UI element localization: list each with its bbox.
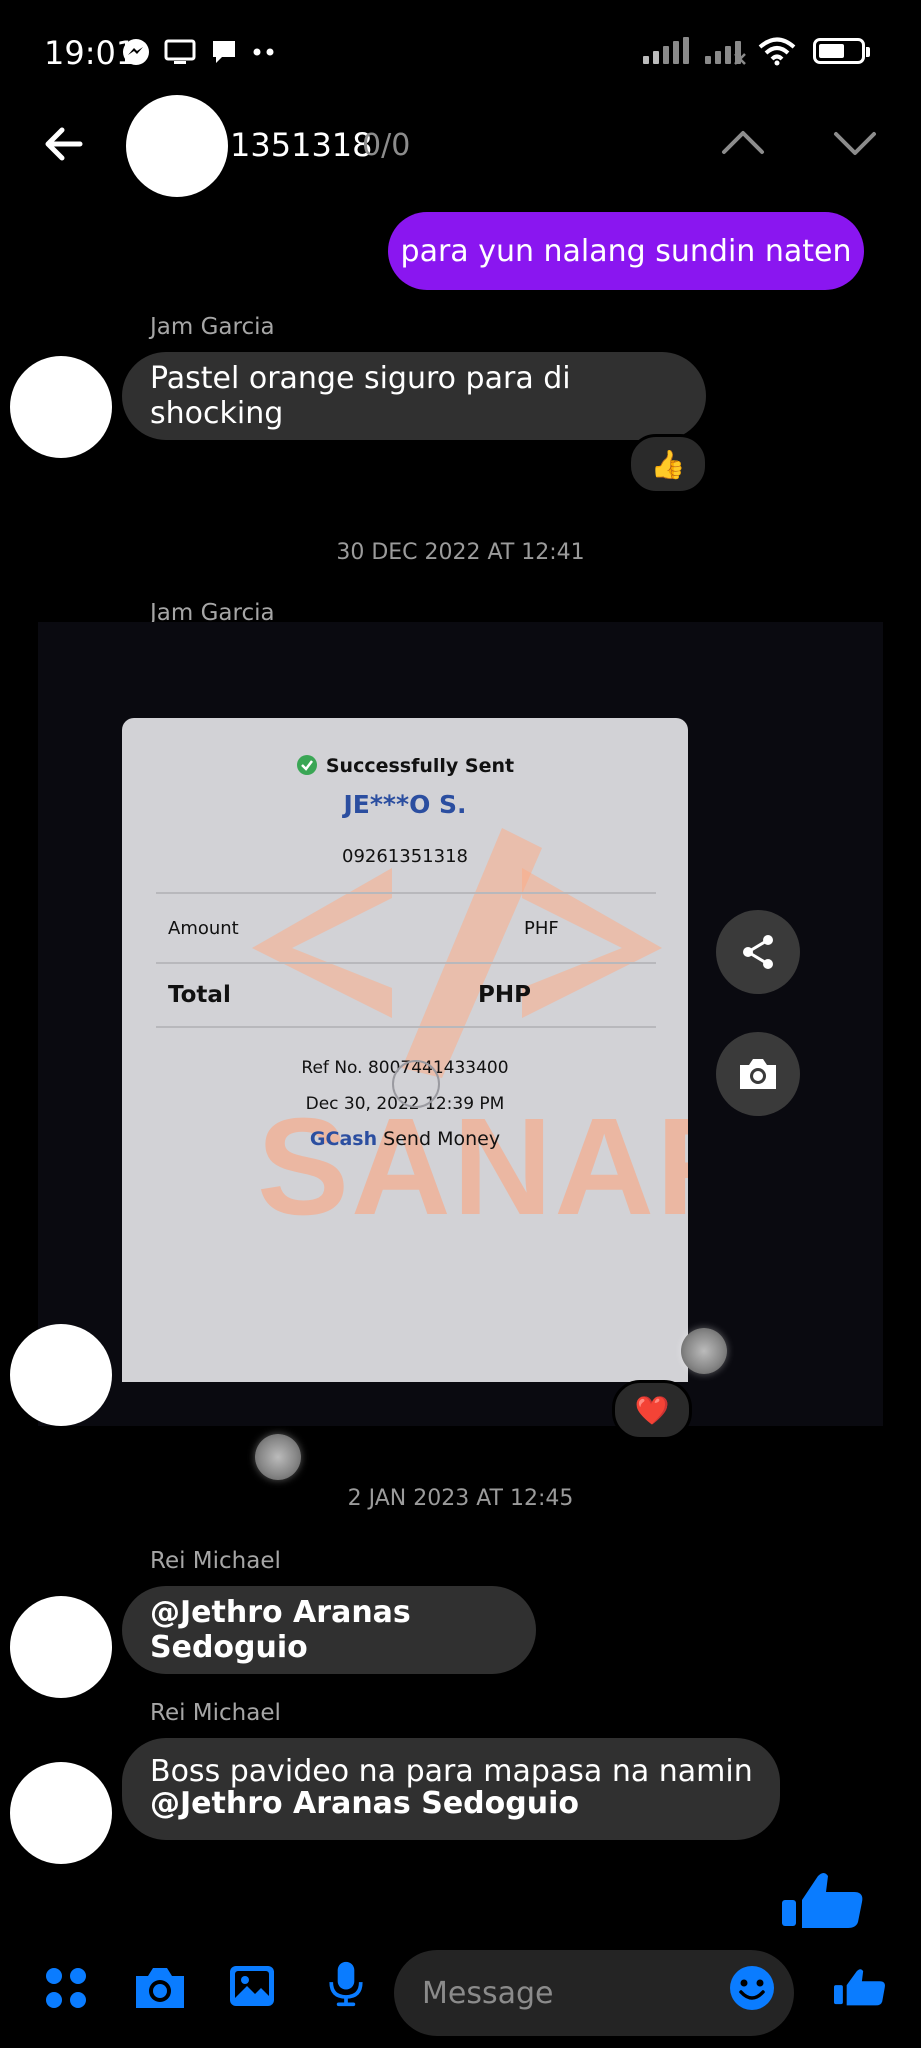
check-circle-icon [296, 755, 317, 775]
receipt-service: GCash Send Money [122, 1128, 688, 1150]
header-title: 1351318 [230, 126, 373, 164]
status-right-icons [643, 36, 870, 66]
emoji-icon[interactable] [728, 1964, 776, 2012]
avatar[interactable] [10, 356, 112, 458]
incoming-message-bubble[interactable]: Boss pavideo na para mapasa na namin @Je… [122, 1738, 780, 1840]
heart-emoji-icon: ❤️ [634, 1393, 670, 1427]
header-avatar[interactable] [126, 95, 228, 197]
amount-label: Amount [168, 918, 239, 939]
battery-icon [813, 38, 870, 64]
like-button-icon[interactable] [834, 1962, 886, 2012]
chat-bubble-icon [213, 41, 235, 63]
receipt-image: SANARA Successfully Sent JE***O S. 09261… [122, 718, 688, 1382]
service-name: Send Money [383, 1128, 501, 1150]
total-currency: PHP [478, 982, 531, 1008]
loading-spinner-icon [392, 1060, 440, 1108]
back-arrow-icon[interactable] [40, 120, 88, 168]
avatar[interactable] [10, 1324, 112, 1426]
thumbs-up-reaction[interactable]: 👍 [628, 434, 708, 494]
mention-message-bubble[interactable]: @Jethro Aranas Sedoguio [122, 1586, 536, 1674]
total-label: Total [168, 982, 231, 1008]
mention-line: @Jethro Aranas Sedoguio [150, 1786, 579, 1821]
outgoing-message-bubble[interactable]: para yun nalang sundin naten [388, 212, 864, 290]
gallery-icon[interactable] [228, 1962, 276, 2010]
amount-currency: PHF [524, 918, 559, 939]
avatar[interactable] [10, 1596, 112, 1698]
more-dots-icon [253, 48, 274, 56]
heart-reaction[interactable]: ❤️ [612, 1380, 692, 1440]
signal-1-icon [643, 37, 689, 64]
receipt-status-text: Successfully Sent [325, 755, 515, 777]
read-receipt-dot [255, 1434, 301, 1480]
divider [156, 892, 656, 894]
chevron-down-icon[interactable] [832, 120, 878, 166]
receipt-recipient: JE***O S. [343, 790, 467, 819]
sender-name: Rei Michael [150, 1548, 281, 1574]
share-button[interactable] [716, 910, 800, 994]
receipt-zigzag-edge [122, 1372, 688, 1392]
read-receipt-dot [681, 1328, 727, 1374]
messenger-icon [123, 39, 149, 65]
divider [156, 1026, 656, 1028]
thumbs-up-emoji-icon: 👍 [650, 447, 686, 481]
receipt-number: 09261351318 [342, 846, 468, 867]
wifi-icon [758, 37, 796, 66]
signal-2-icon [705, 38, 746, 65]
microphone-icon[interactable] [322, 1960, 370, 2008]
camera-icon [740, 1059, 776, 1089]
sender-name: Rei Michael [150, 1700, 281, 1726]
avatar[interactable] [10, 1762, 112, 1864]
sent-like-icon [782, 1873, 863, 1928]
message-line: Boss pavideo na para mapasa na namin [150, 1754, 753, 1789]
status-left-icons [122, 38, 276, 66]
chevron-up-icon[interactable] [720, 120, 766, 166]
divider [156, 962, 656, 964]
sender-name: Jam Garcia [150, 314, 275, 340]
date-divider: 2 JAN 2023 AT 12:45 [347, 1486, 574, 1511]
date-divider: 30 DEC 2022 AT 12:41 [336, 540, 585, 565]
camera-button[interactable] [716, 1032, 800, 1116]
share-icon [743, 935, 773, 969]
apps-grid-icon[interactable] [42, 1964, 90, 2012]
incoming-message-bubble[interactable]: Pastel orange siguro para di shocking [122, 352, 706, 440]
screen-cast-icon [164, 39, 196, 64]
search-match-count: 0/0 [362, 128, 411, 163]
receipt-status: Successfully Sent [122, 754, 688, 777]
gcash-brand: GCash [309, 1128, 378, 1150]
camera-icon[interactable] [134, 1964, 186, 2012]
